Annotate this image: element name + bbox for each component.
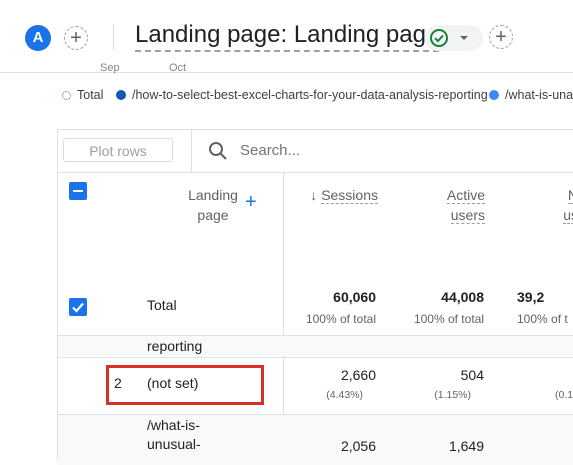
row-label: reporting bbox=[147, 338, 203, 354]
account-avatar[interactable]: A bbox=[25, 25, 51, 51]
total-row-checkbox[interactable] bbox=[69, 298, 87, 316]
add-comparison-button[interactable]: + bbox=[64, 26, 88, 50]
table-row[interactable]: reporting bbox=[58, 336, 573, 356]
chevron-down-icon bbox=[460, 36, 468, 40]
header-divider bbox=[113, 24, 114, 50]
column-header-label: N bbox=[567, 187, 573, 204]
row-active-users-value: 1,649 bbox=[448, 438, 484, 454]
row-label[interactable]: unusual- bbox=[147, 436, 201, 452]
checkmark-icon bbox=[72, 302, 84, 313]
column-header-landing-page[interactable]: Landing page bbox=[178, 185, 248, 225]
toolbar-divider bbox=[191, 130, 192, 172]
search-input[interactable] bbox=[238, 141, 442, 160]
row-new-users-percent: (0.1 bbox=[555, 389, 573, 401]
legend-item-total[interactable]: Total bbox=[62, 88, 103, 102]
legend-dot-icon bbox=[62, 90, 71, 100]
total-active-users-percent: 100% of total bbox=[413, 312, 484, 326]
column-header-sessions[interactable]: ↓ Sessions bbox=[288, 185, 378, 205]
total-row-label: Total bbox=[147, 297, 177, 313]
report-header: A + Landing page: Landing page + bbox=[0, 0, 573, 73]
plot-rows-button[interactable]: Plot rows bbox=[63, 138, 173, 162]
axis-tick-label: Sep bbox=[100, 62, 120, 74]
add-card-button[interactable]: + bbox=[489, 25, 513, 49]
column-header-label: Landing bbox=[188, 187, 238, 203]
column-header-label: users bbox=[450, 207, 485, 224]
legend-label: /how-to-select-best-excel-charts-for-you… bbox=[132, 88, 488, 102]
check-circle-icon bbox=[430, 29, 448, 47]
legend-dot-icon bbox=[489, 90, 499, 100]
legend-item-series-2[interactable]: /what-is-una bbox=[489, 88, 573, 102]
total-new-users-percent: 100% of t bbox=[517, 312, 568, 326]
page-title[interactable]: Landing page: Landing page bbox=[135, 20, 440, 52]
legend-label: Total bbox=[77, 88, 104, 102]
column-header-label: Sessions bbox=[321, 187, 378, 204]
annotation-highlight-box bbox=[106, 365, 264, 405]
total-active-users-value: 44,008 bbox=[441, 289, 484, 305]
total-sessions-percent: 100% of total bbox=[305, 312, 376, 326]
column-header-active-users[interactable]: Active users bbox=[398, 185, 485, 225]
column-header-label: us bbox=[563, 207, 573, 224]
axis-tick-label: Oct bbox=[169, 62, 187, 74]
report-table: Plot rows Landing page + ↓Sessions Activ… bbox=[57, 129, 573, 465]
toolbar-divider-line bbox=[58, 172, 573, 173]
row-label[interactable]: /what-is- bbox=[147, 417, 200, 433]
add-dimension-button[interactable]: + bbox=[245, 192, 257, 212]
row-sessions-value: 2,056 bbox=[340, 438, 376, 454]
row-divider bbox=[58, 357, 573, 358]
legend-dot-icon bbox=[116, 90, 126, 100]
status-dropdown[interactable] bbox=[425, 25, 483, 51]
row-sessions-percent: (4.43%) bbox=[326, 389, 363, 401]
total-sessions-value: 60,060 bbox=[333, 289, 376, 305]
row-active-users-percent: (1.15%) bbox=[434, 389, 471, 401]
sort-arrow-down-icon: ↓ bbox=[310, 187, 318, 203]
legend-label: /what-is-una bbox=[505, 88, 573, 102]
legend-item-series-1[interactable]: /how-to-select-best-excel-charts-for-you… bbox=[116, 88, 488, 102]
column-header-label: Active bbox=[446, 187, 485, 204]
search-icon bbox=[209, 142, 227, 160]
column-header-new-users[interactable]: N us bbox=[508, 185, 573, 225]
column-header-label: page bbox=[197, 207, 229, 223]
select-all-checkbox[interactable] bbox=[69, 182, 87, 200]
total-new-users-value: 39,2 bbox=[517, 289, 545, 305]
row-active-users-value: 504 bbox=[460, 367, 484, 383]
row-sessions-value: 2,660 bbox=[340, 367, 376, 383]
